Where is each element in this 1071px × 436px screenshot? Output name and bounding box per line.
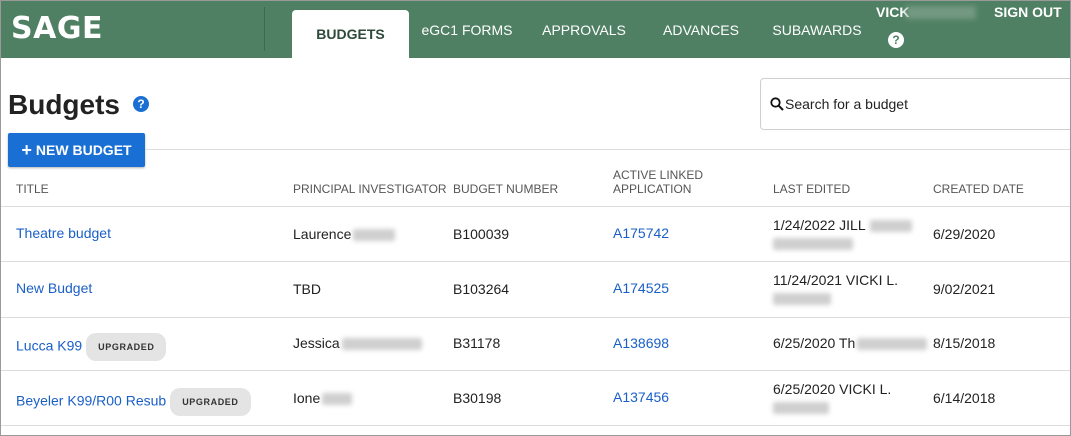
- sage-logo[interactable]: SAGE: [11, 11, 103, 46]
- column-header-linked-application[interactable]: ACTIVE LINKED APPLICATION: [613, 168, 723, 196]
- pi-cell: Laurence: [293, 225, 396, 243]
- budget-number: B100039: [453, 226, 510, 242]
- tab-egc1-forms[interactable]: eGC1 FORMS: [413, 1, 521, 58]
- column-header-budget-number[interactable]: BUDGET NUMBER: [453, 182, 558, 196]
- last-edited-cell: 6/25/2020 VICKI L.: [773, 380, 891, 416]
- linked-application-link[interactable]: A175742: [613, 224, 669, 242]
- created-date: 9/02/2021: [933, 281, 996, 297]
- column-header-title[interactable]: TITLE: [16, 182, 49, 196]
- user-name: VICK: [876, 4, 910, 20]
- linked-application-link[interactable]: A137456: [613, 388, 669, 406]
- pi-name: Jessica: [293, 335, 340, 351]
- row-divider: [1, 261, 1070, 262]
- column-header-last-edited[interactable]: LAST EDITED: [773, 182, 850, 196]
- header-divider: [1, 206, 1070, 207]
- plus-icon: +: [21, 140, 32, 160]
- page-help-icon[interactable]: ?: [133, 96, 149, 112]
- budget-title-cell: Beyeler K99/R00 Resub UPGRADED: [16, 388, 251, 416]
- budget-title-link[interactable]: New Budget: [16, 279, 92, 297]
- new-budget-label: NEW BUDGET: [35, 142, 132, 158]
- page-title: Budgets: [8, 89, 120, 120]
- redacted-text: [773, 402, 829, 415]
- user-name-redacted: [906, 6, 976, 19]
- budget-title-link[interactable]: Beyeler K99/R00 Resub: [16, 393, 166, 409]
- new-budget-button[interactable]: + NEW BUDGET: [8, 133, 145, 167]
- pi-cell: Ione: [293, 389, 353, 407]
- row-divider: [1, 370, 1070, 371]
- pi-cell: Jessica: [293, 334, 422, 352]
- last-edited-cell: 1/24/2022 JILL: [773, 216, 912, 252]
- column-header-created-date[interactable]: CREATED DATE: [933, 182, 1024, 196]
- search-input[interactable]: [785, 93, 1065, 115]
- last-edited-cell: 11/24/2021 VICKI L.: [773, 271, 898, 307]
- budget-title-link[interactable]: Theatre budget: [16, 224, 111, 242]
- budget-title-link[interactable]: Lucca K99: [16, 338, 82, 354]
- created-date: 8/15/2018: [933, 335, 996, 351]
- redacted-text: [773, 238, 853, 251]
- budget-number: B30198: [453, 390, 502, 406]
- linked-application-link[interactable]: A138698: [613, 334, 669, 352]
- nav-divider: [264, 7, 265, 51]
- column-header-pi[interactable]: PRINCIPAL INVESTIGATOR: [293, 182, 447, 196]
- budget-number: B31178: [453, 335, 501, 351]
- budget-number: B103264: [453, 281, 510, 297]
- search-box[interactable]: [760, 78, 1070, 130]
- search-icon: [770, 97, 784, 111]
- budget-title-cell: Lucca K99 UPGRADED: [16, 333, 167, 361]
- app-window: SAGE BUDGETS eGC1 FORMS APPROVALS ADVANC…: [0, 0, 1071, 436]
- last-edited-text: 1/24/2022 JILL: [773, 217, 866, 233]
- upgraded-badge: UPGRADED: [170, 388, 251, 416]
- redacted-text: [857, 338, 928, 351]
- redacted-text: [869, 220, 912, 233]
- linked-application-link[interactable]: A174525: [613, 279, 669, 297]
- last-edited-text: 6/25/2020 Th: [773, 335, 856, 351]
- tab-subawards[interactable]: SUBAWARDS: [765, 1, 869, 58]
- help-icon[interactable]: ?: [888, 32, 904, 48]
- tab-approvals[interactable]: APPROVALS: [531, 1, 637, 58]
- row-divider: [1, 317, 1070, 318]
- upgraded-badge: UPGRADED: [86, 333, 167, 361]
- created-date: 6/14/2018: [933, 390, 996, 406]
- divider: [145, 149, 1070, 150]
- last-edited-cell: 6/25/2020 Th: [773, 334, 928, 352]
- tab-budgets[interactable]: BUDGETS: [292, 10, 409, 58]
- redacted-text: [773, 293, 831, 306]
- tab-advances[interactable]: ADVANCES: [651, 1, 751, 58]
- redacted-text: [322, 393, 353, 406]
- redacted-text: [341, 338, 422, 351]
- last-edited-text: 6/25/2020 VICKI L.: [773, 381, 892, 397]
- pi-name: TBD: [293, 281, 321, 297]
- last-edited-text: 11/24/2021 VICKI L.: [773, 272, 899, 288]
- top-nav-bar: SAGE BUDGETS eGC1 FORMS APPROVALS ADVANC…: [1, 1, 1070, 58]
- row-divider: [1, 425, 1070, 426]
- created-date: 6/29/2020: [933, 226, 996, 242]
- sign-out-link[interactable]: SIGN OUT: [994, 4, 1062, 20]
- redacted-text: [353, 229, 396, 242]
- pi-name: Laurence: [293, 226, 352, 242]
- pi-name: Ione: [293, 390, 321, 406]
